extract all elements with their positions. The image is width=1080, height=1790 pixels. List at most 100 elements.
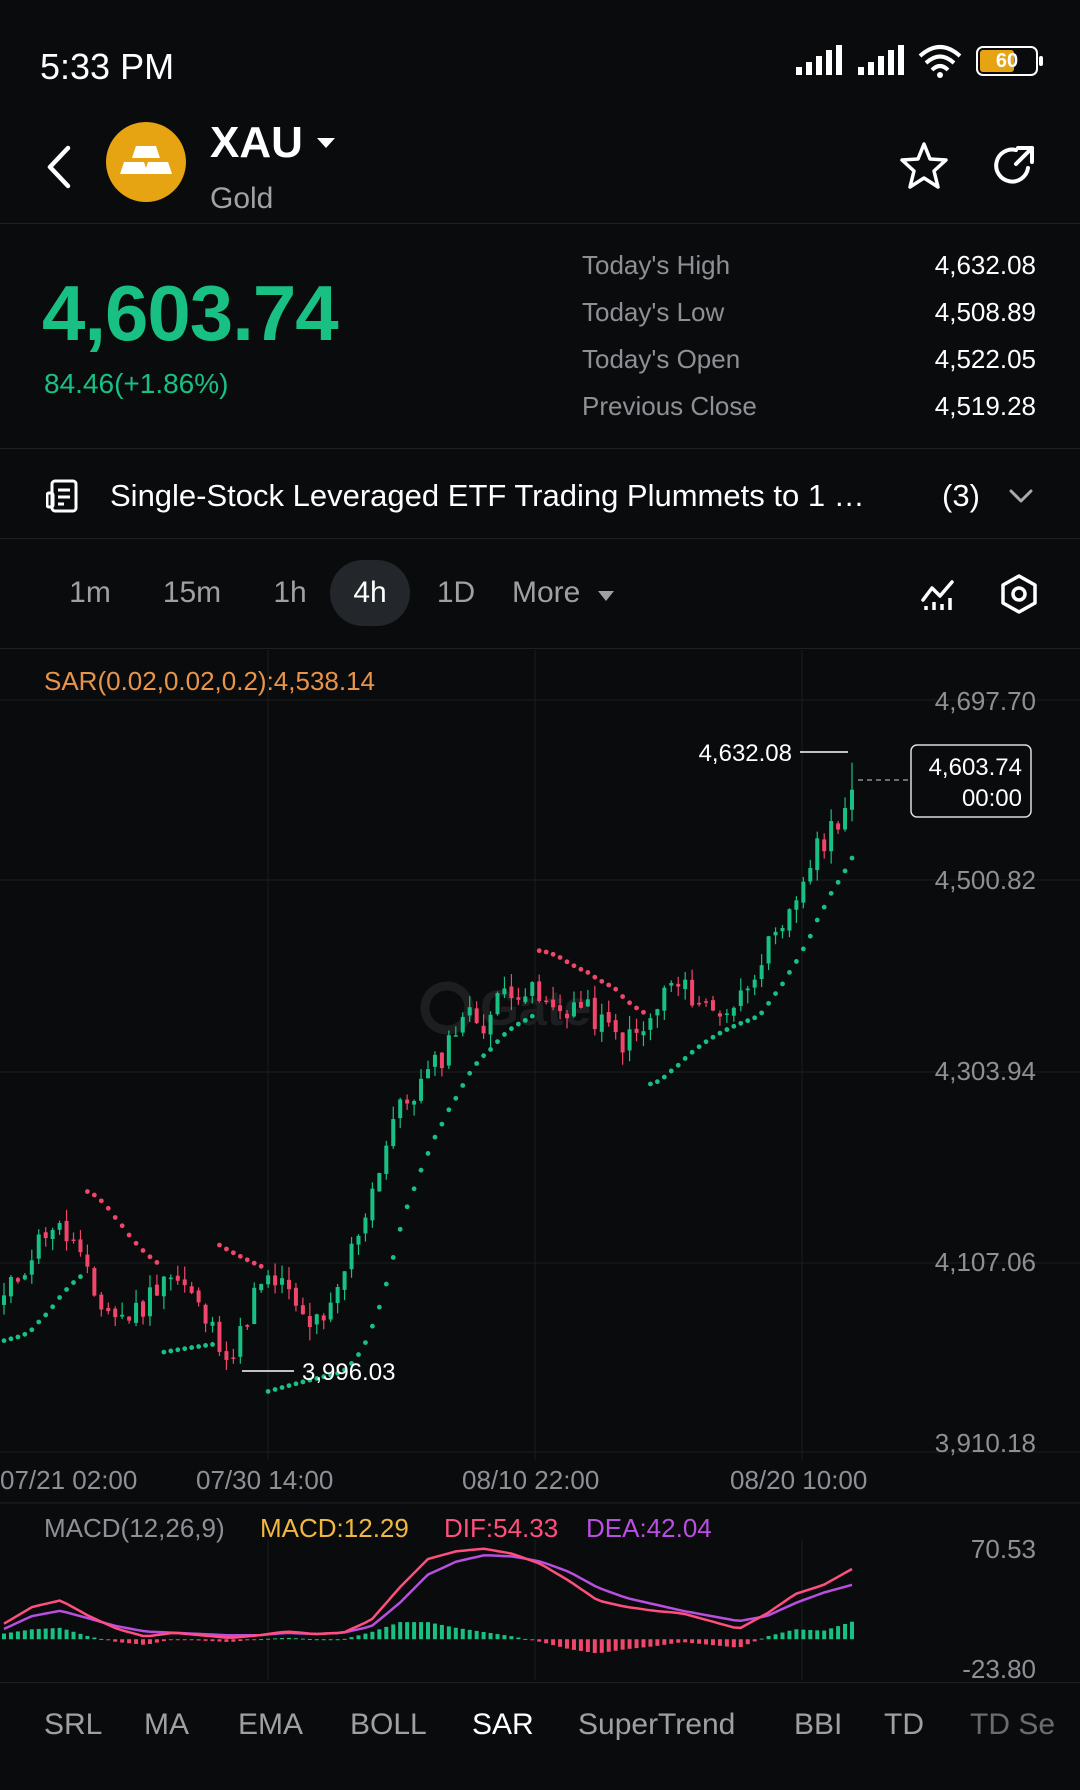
sar-dot (821, 904, 827, 910)
candle-body (829, 821, 834, 852)
candle-body (495, 993, 500, 1015)
macd-bar (321, 1639, 326, 1641)
sar-indicator-label: SAR(0.02,0.02,0.2):4,538.14 (44, 666, 375, 696)
macd-axis-bottom: -23.80 (962, 1654, 1036, 1680)
macd-bar (78, 1633, 83, 1640)
sar-dot (613, 986, 619, 992)
candle-body (113, 1308, 118, 1318)
chart-type-icon[interactable] (920, 576, 956, 612)
news-count: (3) (942, 478, 980, 513)
candle-body (217, 1321, 222, 1352)
candle-body (641, 1031, 646, 1036)
sar-dot (641, 1009, 646, 1015)
candle-body (36, 1234, 41, 1259)
tab-srl[interactable]: SRL (44, 1708, 102, 1742)
tab-1m[interactable]: 1m (50, 560, 130, 626)
candle-body (488, 1014, 493, 1035)
sar-dot (36, 1319, 42, 1325)
tab-ma[interactable]: MA (144, 1708, 189, 1742)
candle-body (377, 1173, 382, 1192)
tab-supertrend[interactable]: SuperTrend (578, 1708, 735, 1742)
macd-bar (836, 1626, 841, 1640)
macd-bar (147, 1639, 152, 1644)
candle-body (64, 1220, 69, 1242)
sar-dot (648, 1081, 653, 1087)
settings-hexagon-icon[interactable] (1000, 574, 1038, 614)
tab-15m[interactable]: 15m (148, 560, 236, 626)
star-icon[interactable] (898, 140, 950, 192)
news-icon (46, 479, 78, 513)
stat-row-prev-close: Previous Close 4,519.28 (582, 391, 1036, 422)
sar-dot (272, 1387, 278, 1392)
macd-bar (502, 1635, 507, 1640)
macd-bar (50, 1628, 55, 1640)
candle-body (356, 1235, 361, 1245)
candle-body (15, 1278, 20, 1282)
chevron-down-icon[interactable] (1008, 486, 1034, 506)
candle-body (426, 1069, 430, 1079)
sar-dot (474, 1061, 480, 1066)
macd-bar (252, 1639, 257, 1641)
last-price: 4,603.74 (42, 269, 339, 357)
macd-bar (398, 1622, 403, 1640)
sar-dot (654, 1079, 660, 1085)
tab-more[interactable]: More (512, 560, 632, 626)
ticker-selector[interactable]: XAU (210, 118, 337, 168)
tab-4h[interactable]: 4h (330, 560, 410, 626)
stat-label: Previous Close (582, 391, 757, 421)
tab-sar[interactable]: SAR (472, 1708, 534, 1742)
candle-body (620, 1032, 625, 1053)
tab-bbi[interactable]: BBI (794, 1708, 842, 1742)
tab-td[interactable]: TD (884, 1708, 924, 1742)
tab-td-sequential[interactable]: TD Se (970, 1708, 1055, 1742)
asset-header: XAU Gold (0, 112, 1080, 222)
macd-bar (391, 1624, 396, 1640)
macd-bar (467, 1629, 472, 1640)
macd-bar (495, 1634, 500, 1640)
back-arrow-icon[interactable] (40, 142, 80, 192)
candle-body (99, 1294, 104, 1310)
sar-dot (668, 1068, 674, 1074)
candle-body (127, 1316, 132, 1321)
macd-bar (286, 1637, 291, 1640)
price-chart[interactable]: Gate SAR(0.02,0.02,0.2):4,538.14 4,697.7… (0, 650, 1080, 1680)
candle-body (280, 1278, 285, 1285)
candle-body (592, 997, 597, 1030)
news-ticker[interactable]: Single-Stock Leveraged ETF Trading Plumm… (0, 450, 1080, 538)
candle-body (43, 1232, 48, 1239)
candle-body (634, 1028, 639, 1033)
macd-bar (328, 1639, 333, 1641)
candle-body (606, 1012, 611, 1023)
candle-body (669, 982, 674, 986)
sar-dot (502, 1032, 507, 1037)
candle-body (238, 1326, 243, 1357)
status-time: 5:33 PM (40, 46, 175, 87)
sar-dot (29, 1327, 35, 1333)
candle-body (196, 1290, 201, 1303)
sar-dot (571, 963, 577, 969)
sar-dot (293, 1381, 299, 1387)
candle-body (551, 999, 556, 1008)
macd-bar (571, 1639, 576, 1650)
tab-ema[interactable]: EMA (238, 1708, 303, 1742)
indicator-tabs: SRL MA EMA BOLL SAR SuperTrend BBI TD TD… (0, 1690, 1080, 1766)
tab-boll[interactable]: BOLL (350, 1708, 427, 1742)
macd-bar (363, 1633, 368, 1640)
sar-dot (8, 1336, 14, 1342)
candle-body (210, 1321, 215, 1326)
tab-1h[interactable]: 1h (250, 560, 330, 626)
candle-body (523, 996, 528, 1003)
sar-dot (425, 1151, 431, 1156)
sar-dots (1, 855, 855, 1394)
sar-dot (50, 1304, 56, 1310)
share-icon[interactable] (988, 140, 1040, 192)
macd-bar (551, 1639, 556, 1646)
sar-dot (404, 1204, 410, 1210)
stat-label: Today's Open (582, 344, 741, 374)
candle-body (710, 1000, 715, 1011)
tab-1d[interactable]: 1D (416, 560, 496, 626)
time-axis-label: 07/30 14:00 (196, 1465, 333, 1495)
candle-body (474, 1008, 479, 1024)
candle-body (8, 1276, 13, 1297)
sar-dot (64, 1287, 69, 1292)
